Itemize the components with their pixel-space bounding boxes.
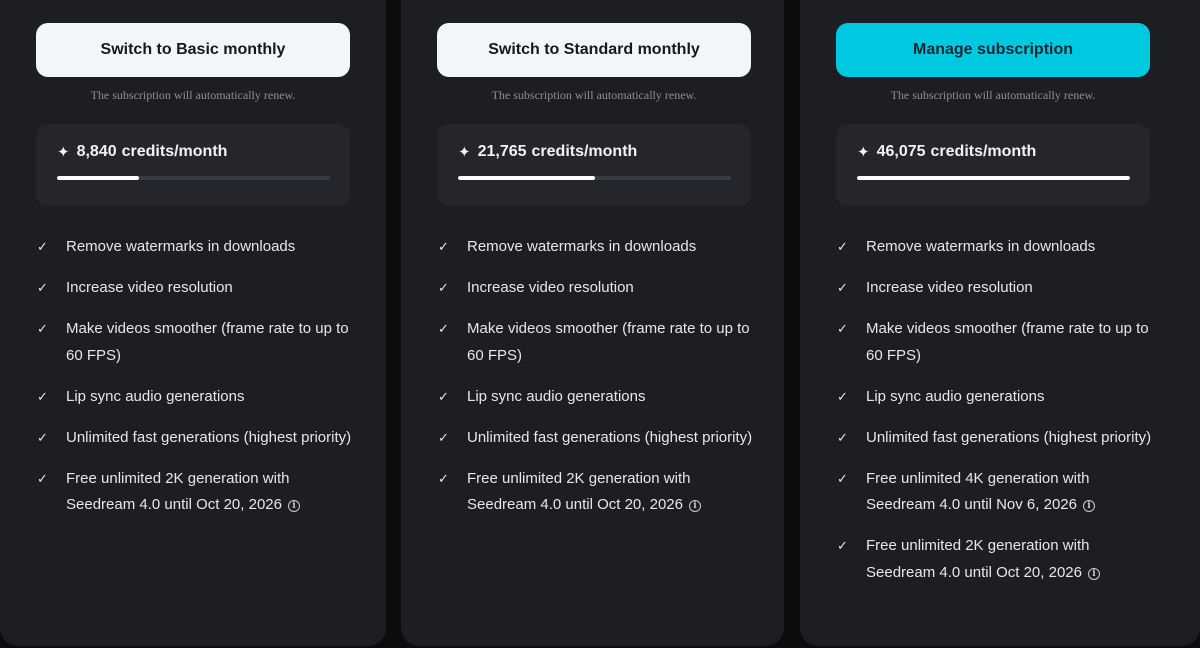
- feature-item: ✓ Unlimited fast generations (highest pri…: [36, 425, 356, 452]
- feature-text: Increase video resolution: [66, 279, 233, 296]
- feature-item: ✓ Make videos smoother (frame rate to up …: [437, 316, 757, 369]
- feature-text: Unlimited fast generations (highest prio…: [66, 428, 352, 446]
- feature-item: ✓ Lip sync audio generations: [437, 384, 757, 411]
- feature-item: ✓ Make videos smoother (frame rate to up …: [36, 316, 356, 369]
- feature-text: Increase video resolution: [866, 279, 1033, 296]
- feature-text: Lip sync audio generations: [467, 387, 646, 405]
- credits-progress-track: [857, 176, 1130, 180]
- credits-line: ✦ 46,075 credits/month: [857, 143, 1036, 161]
- feature-list: ✓ Remove watermarks in downloads ✓ Increase…: [836, 234, 1156, 601]
- feature-text: Lip sync audio generations: [66, 387, 245, 405]
- sparkle-icon: ✦: [857, 144, 870, 161]
- feature-text: Free unlimited 2K generation with Seedre…: [66, 469, 290, 514]
- feature-item: ✓ Make videos smoother (frame rate to up …: [836, 316, 1156, 369]
- feature-list: ✓ Remove watermarks in downloads ✓ Increase…: [437, 234, 757, 533]
- check-icon: ✓: [837, 280, 848, 295]
- check-icon: ✓: [837, 429, 848, 445]
- check-icon: ✓: [37, 470, 48, 486]
- renew-note: The subscription will automatically rene…: [890, 88, 1096, 102]
- feature-text: Increase video resolution: [467, 279, 634, 296]
- feature-item: ✓ Free unlimited 2K generation with Seedr…: [437, 466, 757, 519]
- check-icon: ✓: [837, 538, 848, 553]
- check-icon: ✓: [37, 280, 48, 295]
- feature-text: Free unlimited 4K generation with Seedre…: [866, 469, 1090, 514]
- feature-text: Lip sync audio generations: [866, 387, 1045, 405]
- check-icon: ✓: [438, 321, 449, 336]
- check-icon: ✓: [37, 429, 48, 445]
- feature-item: ✓ Increase video resolution: [437, 275, 757, 302]
- check-icon: ✓: [837, 388, 848, 404]
- credits-progress-fill: [57, 176, 139, 180]
- feature-item: ✓ Increase video resolution: [836, 275, 1156, 302]
- plan-card-basic: Switch to Basic monthly The subscription…: [0, 0, 386, 646]
- credits-unit: credits/month: [930, 143, 1037, 160]
- feature-text: Unlimited fast generations (highest prio…: [866, 428, 1152, 446]
- feature-item: ✓ Free unlimited 2K generation with Seedr…: [836, 533, 1156, 586]
- info-icon[interactable]: i: [688, 500, 701, 513]
- check-icon: ✓: [438, 470, 449, 486]
- feature-item: ✓ Free unlimited 2K generation with Seedr…: [36, 466, 356, 519]
- credits-line: ✦ 8,840 credits/month: [57, 143, 227, 161]
- check-icon: ✓: [438, 239, 449, 254]
- credits-unit: credits/month: [121, 143, 228, 160]
- credits-unit: credits/month: [531, 143, 638, 160]
- feature-text: Unlimited fast generations (highest prio…: [467, 428, 753, 446]
- credits-progress-fill: [458, 176, 595, 180]
- feature-item: ✓ Increase video resolution: [36, 275, 356, 302]
- plan-card-standard: Switch to Standard monthly The subscript…: [401, 0, 784, 646]
- feature-item: ✓ Lip sync audio generations: [36, 384, 356, 411]
- renew-note: The subscription will automatically rene…: [90, 88, 296, 102]
- feature-item: ✓ Free unlimited 4K generation with Seedr…: [836, 466, 1156, 519]
- credits-line: ✦ 21,765 credits/month: [458, 143, 637, 161]
- credits-progress-track: [458, 176, 731, 180]
- credits-amount: 46,075: [876, 143, 926, 160]
- feature-item: ✓ Remove watermarks in downloads: [836, 234, 1156, 261]
- credits-amount: 21,765: [477, 143, 527, 160]
- info-icon[interactable]: i: [287, 500, 300, 513]
- feature-item: ✓ Unlimited fast generations (highest pri…: [836, 425, 1156, 452]
- credits-progress-track: [57, 176, 330, 180]
- feature-item: ✓ Remove watermarks in downloads: [437, 234, 757, 261]
- check-icon: ✓: [438, 429, 449, 445]
- check-icon: ✓: [438, 280, 449, 295]
- feature-text: Make videos smoother (frame rate to up t…: [467, 320, 750, 364]
- check-icon: ✓: [37, 388, 48, 404]
- check-icon: ✓: [37, 321, 48, 336]
- check-icon: ✓: [837, 470, 848, 486]
- check-icon: ✓: [438, 388, 449, 404]
- sparkle-icon: ✦: [458, 144, 471, 161]
- feature-text: Make videos smoother (frame rate to up t…: [66, 320, 349, 364]
- switch-to-standard-button[interactable]: Switch to Standard monthly: [437, 23, 751, 77]
- feature-item: ✓ Lip sync audio generations: [836, 384, 1156, 411]
- feature-text: Free unlimited 2K generation with Seedre…: [866, 537, 1090, 581]
- feature-list: ✓ Remove watermarks in downloads ✓ Increase…: [36, 234, 356, 533]
- renew-note: The subscription will automatically rene…: [491, 88, 697, 102]
- credits-box: ✦ 8,840 credits/month: [36, 124, 350, 206]
- credits-box: ✦ 21,765 credits/month: [437, 124, 751, 206]
- feature-item: ✓ Unlimited fast generations (highest pri…: [437, 425, 757, 452]
- manage-subscription-button[interactable]: Manage subscription: [836, 23, 1150, 77]
- feature-text: Remove watermarks in downloads: [66, 238, 296, 255]
- feature-text: Make videos smoother (frame rate to up t…: [866, 320, 1149, 364]
- feature-text: Remove watermarks in downloads: [467, 238, 697, 255]
- feature-text: Free unlimited 2K generation with Seedre…: [467, 469, 691, 514]
- check-icon: ✓: [837, 321, 848, 336]
- sparkle-icon: ✦: [57, 144, 70, 161]
- info-icon[interactable]: i: [1087, 567, 1100, 580]
- credits-amount: 8,840: [76, 143, 117, 160]
- switch-to-basic-button[interactable]: Switch to Basic monthly: [36, 23, 350, 77]
- plan-card-current: Manage subscription The subscription wil…: [800, 0, 1200, 646]
- info-icon[interactable]: i: [1082, 500, 1095, 513]
- credits-box: ✦ 46,075 credits/month: [836, 124, 1150, 206]
- credits-progress-fill: [857, 176, 1130, 180]
- check-icon: ✓: [37, 239, 48, 254]
- feature-item: ✓ Remove watermarks in downloads: [36, 234, 356, 261]
- check-icon: ✓: [837, 239, 848, 254]
- feature-text: Remove watermarks in downloads: [866, 238, 1096, 255]
